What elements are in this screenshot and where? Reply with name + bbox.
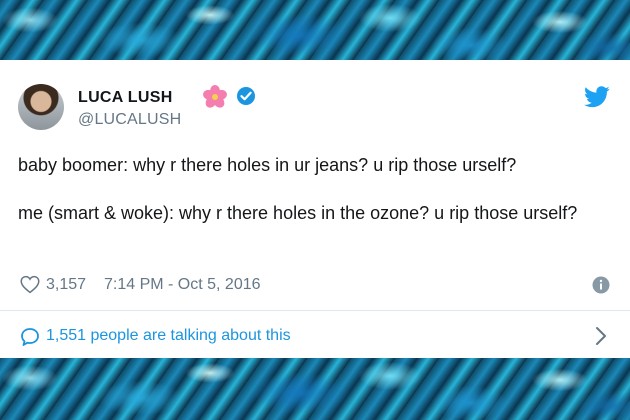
chevron-right-icon [596, 327, 606, 345]
avatar[interactable] [18, 84, 64, 130]
background-crystal-bottom [0, 358, 630, 420]
conversation-link[interactable]: 1,551 people are talking about this [20, 324, 612, 350]
display-name[interactable]: LUCA LUSH [78, 89, 173, 107]
tweet-card: LUCA LUSH @LUCALUSH baby boomer: why r t… [0, 60, 630, 358]
hibiscus-flower-icon [203, 85, 227, 108]
tweet-text: baby boomer: why r there holes in ur jea… [18, 152, 608, 227]
tweet-line: me (smart & woke): why r there holes in … [18, 203, 578, 223]
like-count[interactable]: 3,157 [46, 276, 86, 294]
background-crystal-top [0, 0, 630, 60]
user-handle[interactable]: @LUCALUSH [78, 111, 181, 129]
tweet-header: LUCA LUSH @LUCALUSH [18, 84, 612, 138]
speech-bubble-icon [21, 328, 39, 346]
tweet-meta: 3,157 7:14 PM - Oct 5, 2016 [20, 273, 612, 297]
heart-icon[interactable] [20, 275, 40, 294]
divider [0, 310, 630, 311]
verified-badge-icon [237, 87, 255, 105]
tweet-timestamp[interactable]: 7:14 PM - Oct 5, 2016 [104, 276, 261, 294]
twitter-bird-icon[interactable] [584, 86, 610, 108]
info-icon[interactable] [592, 276, 610, 294]
conversation-label: 1,551 people are talking about this [46, 327, 291, 344]
tweet-line: baby boomer: why r there holes in ur jea… [18, 155, 517, 175]
